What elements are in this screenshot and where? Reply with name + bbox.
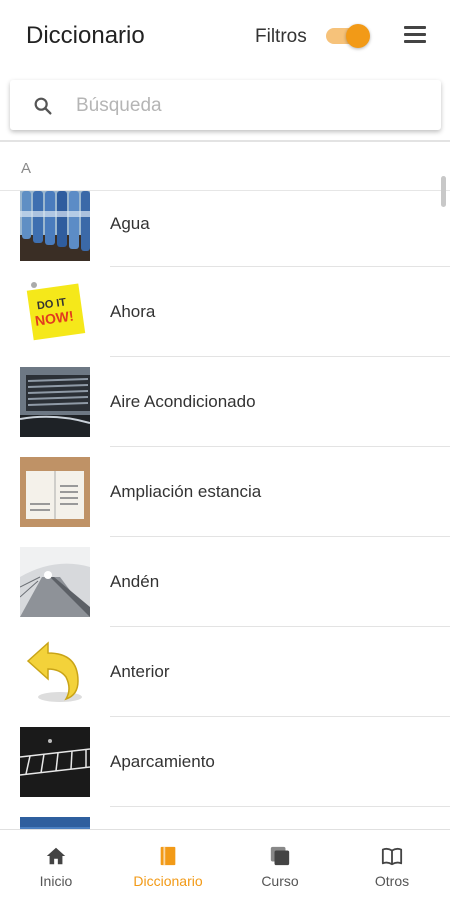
home-icon: [46, 847, 66, 865]
partial-thumbnail: [20, 817, 90, 829]
list-item[interactable]: Andén: [0, 537, 450, 627]
water-bottles-thumbnail: [20, 191, 90, 261]
search-icon: [34, 97, 52, 115]
nav-item-inicio[interactable]: Inicio: [0, 830, 112, 900]
parking-lot-thumbnail: [20, 727, 90, 797]
list-scrollbar[interactable]: [441, 176, 446, 207]
list-item[interactable]: DO IT NOW! Ahora: [0, 267, 450, 357]
nav-item-diccionario[interactable]: Diccionario: [112, 830, 224, 900]
back-arrow-thumbnail: [20, 637, 90, 707]
header-divider: [0, 140, 450, 142]
list-item[interactable]: Ampliación estancia: [0, 447, 450, 537]
item-label: Anterior: [110, 662, 170, 681]
dictionary-icon: [160, 846, 176, 866]
toggle-knob: [346, 24, 370, 48]
filters-label: Filtros: [255, 26, 307, 47]
search-bar[interactable]: [10, 80, 441, 130]
list-item[interactable]: Aire Acondicionado: [0, 357, 450, 447]
station-platform-thumbnail: [20, 547, 90, 617]
nav-label: Diccionario: [133, 873, 203, 889]
search-input[interactable]: [76, 92, 416, 120]
book-icon: [381, 847, 403, 866]
calendar-notebook-thumbnail: [20, 457, 90, 527]
hamburger-menu-icon[interactable]: [402, 24, 428, 46]
nav-item-otros[interactable]: Otros: [336, 830, 448, 900]
item-label: Ampliación estancia: [110, 482, 262, 501]
nav-item-curso[interactable]: Curso: [224, 830, 336, 900]
nav-label: Inicio: [39, 873, 73, 889]
item-label: Agua: [110, 214, 150, 233]
list-item[interactable]: Agua: [0, 191, 450, 271]
nav-label: Curso: [261, 873, 299, 889]
air-vent-thumbnail: [20, 367, 90, 437]
section-letter-header: A: [21, 160, 32, 177]
do-it-now-note-thumbnail: DO IT NOW!: [20, 277, 90, 347]
dictionary-list[interactable]: Agua DO IT NOW! Ahora Aire Acondicionado…: [0, 191, 450, 829]
bottom-navigation: Inicio Diccionario Curso Otros: [0, 829, 450, 900]
item-label: Aparcamiento: [110, 752, 215, 771]
course-icon: [270, 846, 290, 866]
list-item[interactable]: Aparcamiento: [0, 717, 450, 807]
page-title: Diccionario: [26, 22, 145, 49]
list-item[interactable]: Anterior: [0, 627, 450, 717]
filters-toggle[interactable]: [326, 24, 370, 48]
item-label: Ahora: [110, 302, 156, 321]
nav-label: Otros: [374, 873, 410, 889]
item-label: Andén: [110, 572, 160, 591]
item-label: Aire Acondicionado: [110, 392, 256, 411]
top-app-bar: Diccionario Filtros: [0, 0, 450, 72]
list-item-partial[interactable]: [0, 807, 450, 829]
